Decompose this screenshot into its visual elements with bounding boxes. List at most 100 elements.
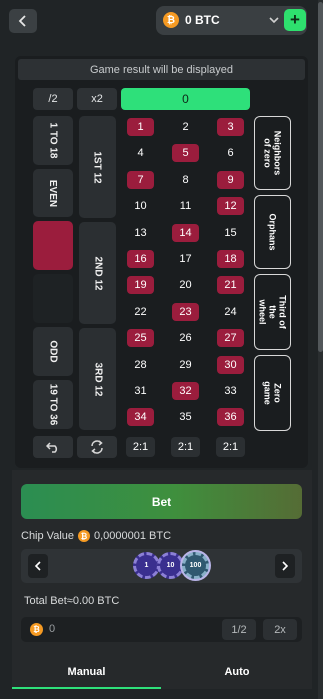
undo-icon <box>46 442 58 453</box>
dozen-2-label: 2ND 12 <box>92 256 103 290</box>
bitcoin-icon: ₿ <box>78 530 90 542</box>
repeat-icon <box>91 440 103 454</box>
dozen-1-label: 1ST 12 <box>92 150 103 184</box>
halve-bets-button[interactable]: /2 <box>33 88 73 110</box>
number-24[interactable]: 24 <box>217 303 244 321</box>
orphans-label: Orphans <box>267 213 278 251</box>
wallet-selector[interactable]: ₿ 0 BTC + <box>156 6 307 35</box>
bet-odd-label: ODD <box>47 340 59 363</box>
number-28[interactable]: 28 <box>127 356 154 374</box>
number-16[interactable]: 16 <box>127 250 154 268</box>
chip-1[interactable]: 1 <box>133 552 160 579</box>
number-15[interactable]: 15 <box>217 224 244 242</box>
bitcoin-icon: ₿ <box>163 12 179 28</box>
number-1[interactable]: 1 <box>127 118 154 136</box>
bet-19-to-36-label: 19 TO 36 <box>47 383 59 426</box>
rebet-button[interactable] <box>77 436 117 458</box>
number-6[interactable]: 6 <box>217 144 244 162</box>
number-22[interactable]: 22 <box>127 303 154 321</box>
bet-odd[interactable]: ODD <box>33 327 73 376</box>
third-of-wheel-label: Third of the wheel <box>257 295 288 329</box>
number-17[interactable]: 17 <box>172 250 199 268</box>
game-result-bar: Game result will be displayed <box>18 59 305 80</box>
number-12[interactable]: 12 <box>217 197 244 215</box>
number-32[interactable]: 32 <box>172 382 199 400</box>
chip-selector: 1 10 100 <box>21 549 302 583</box>
chevron-right-icon <box>282 561 289 571</box>
bet-even[interactable]: EVEN <box>33 169 73 217</box>
chip-value: 0,0000001 BTC <box>94 530 172 542</box>
number-31[interactable]: 31 <box>127 382 154 400</box>
bet-button[interactable]: Bet <box>21 484 302 519</box>
add-funds-button[interactable]: + <box>284 9 306 31</box>
chip-next-button[interactable] <box>275 554 295 578</box>
number-26[interactable]: 26 <box>172 329 199 347</box>
bet-1-to-18[interactable]: 1 TO 18 <box>33 116 73 165</box>
special-zero-game[interactable]: Zero game <box>254 355 291 431</box>
bet-dozen-2[interactable]: 2ND 12 <box>79 222 116 324</box>
number-23[interactable]: 23 <box>172 303 199 321</box>
bet-even-label: EVEN <box>47 179 59 207</box>
bet-amount-field[interactable]: ₿ 0 1/2 2x <box>21 617 302 642</box>
number-8[interactable]: 8 <box>172 171 199 189</box>
number-14[interactable]: 14 <box>172 224 199 242</box>
bet-black[interactable] <box>33 274 73 323</box>
dozen-3-label: 3RD 12 <box>92 362 103 396</box>
number-2[interactable]: 2 <box>172 118 199 136</box>
chip-value-label: Chip Value <box>21 530 74 542</box>
number-29[interactable]: 29 <box>172 356 199 374</box>
tab-manual[interactable]: Manual <box>12 655 161 689</box>
undo-button[interactable] <box>33 436 73 458</box>
number-27[interactable]: 27 <box>217 329 244 347</box>
halve-amount-button[interactable]: 1/2 <box>222 619 256 640</box>
number-21[interactable]: 21 <box>217 276 244 294</box>
back-button[interactable] <box>9 9 37 33</box>
chip-prev-button[interactable] <box>28 554 48 578</box>
number-18[interactable]: 18 <box>217 250 244 268</box>
number-30[interactable]: 30 <box>217 356 244 374</box>
mode-tabs: Manual Auto <box>12 655 312 689</box>
number-20[interactable]: 20 <box>172 276 199 294</box>
number-13[interactable]: 13 <box>127 224 154 242</box>
bet-column-3[interactable]: 2:1 <box>216 437 245 457</box>
number-36[interactable]: 36 <box>217 408 244 426</box>
bet-dozen-3[interactable]: 3RD 12 <box>79 328 116 430</box>
chevron-down-icon <box>269 17 279 24</box>
bet-column-2[interactable]: 2:1 <box>171 437 200 457</box>
bitcoin-icon: ₿ <box>30 623 43 636</box>
number-5[interactable]: 5 <box>172 144 199 162</box>
active-tab-indicator <box>12 687 161 689</box>
page-scrollbar-thumb[interactable] <box>318 2 323 352</box>
number-zero[interactable]: 0 <box>121 88 250 110</box>
number-34[interactable]: 34 <box>127 408 154 426</box>
bet-red[interactable] <box>33 221 73 270</box>
special-neighbors-of-zero[interactable]: Neighbors of zero <box>254 116 291 190</box>
chip-10[interactable]: 10 <box>157 552 184 579</box>
special-third-of-wheel[interactable]: Third of the wheel <box>254 274 291 350</box>
number-35[interactable]: 35 <box>172 408 199 426</box>
bet-column-1[interactable]: 2:1 <box>126 437 155 457</box>
chevron-left-icon <box>34 561 41 571</box>
number-33[interactable]: 33 <box>217 382 244 400</box>
bet-dozen-1[interactable]: 1ST 12 <box>79 116 116 218</box>
zero-game-label: Zero game <box>262 381 283 405</box>
double-amount-button[interactable]: 2x <box>263 619 297 640</box>
number-3[interactable]: 3 <box>217 118 244 136</box>
special-orphans[interactable]: Orphans <box>254 195 291 269</box>
tab-auto[interactable]: Auto <box>162 655 312 689</box>
bet-amount-value: 0 <box>49 623 56 635</box>
number-25[interactable]: 25 <box>127 329 154 347</box>
number-7[interactable]: 7 <box>127 171 154 189</box>
bet-19-to-36[interactable]: 19 TO 36 <box>33 380 73 429</box>
number-11[interactable]: 11 <box>172 197 199 215</box>
wallet-balance: 0 BTC <box>185 13 220 27</box>
number-10[interactable]: 10 <box>127 197 154 215</box>
number-19[interactable]: 19 <box>127 276 154 294</box>
number-4[interactable]: 4 <box>127 144 154 162</box>
double-bets-button[interactable]: x2 <box>77 88 117 110</box>
chip-value-row: Chip Value ₿ 0,0000001 BTC <box>21 530 171 542</box>
bet-1-to-18-label: 1 TO 18 <box>47 122 59 159</box>
number-9[interactable]: 9 <box>217 171 244 189</box>
neighbors-of-zero-label: Neighbors of zero <box>262 130 283 176</box>
chip-100[interactable]: 100 <box>182 552 209 579</box>
